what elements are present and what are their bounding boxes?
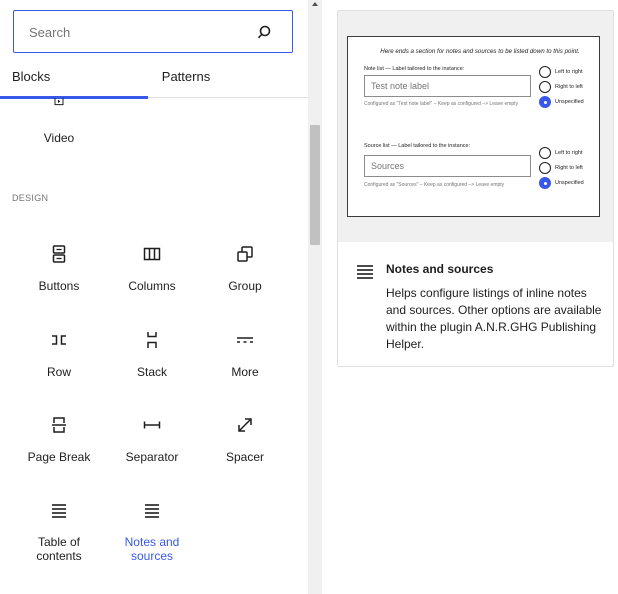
radio-dot	[539, 66, 551, 78]
block-table-of-contents[interactable]: Table of contents	[19, 498, 99, 563]
tab-blocks[interactable]: Blocks	[0, 60, 148, 99]
note-label-hint: Configured as "Test note label" – Keep a…	[364, 101, 519, 107]
block-page-break[interactable]: Page Break	[19, 413, 99, 464]
preview-block-title: Notes and sources	[386, 262, 494, 276]
block-preview-panel: Here ends a section for notes and source…	[337, 10, 614, 367]
list-icon	[52, 504, 66, 518]
tab-patterns[interactable]: Patterns	[148, 60, 224, 98]
radio-label: Right to left	[555, 84, 583, 90]
scrollbar-thumb[interactable]	[310, 125, 320, 245]
block-more[interactable]: More	[205, 328, 285, 379]
category-heading: DESIGN	[12, 193, 49, 203]
block-inserter-panel: Search Blocks Patterns Video DESIGN Butt…	[0, 0, 308, 594]
radio-label: Left to right	[555, 69, 583, 75]
source-label-field: Sources	[364, 155, 531, 177]
radio-dot	[539, 81, 551, 93]
preview-block-description: Helps configure listings of inline notes…	[386, 286, 602, 351]
block-label: Columns	[128, 279, 176, 293]
block-columns[interactable]: Columns	[112, 242, 192, 293]
group-icon	[237, 246, 253, 262]
block-label: Stack	[136, 365, 167, 379]
separator-icon	[143, 421, 161, 429]
preview-intro-text: Here ends a section for notes and source…	[380, 48, 580, 55]
list-icon	[357, 265, 373, 279]
block-label-line: contents	[36, 549, 82, 563]
block-label: Group	[228, 279, 262, 293]
radio-dot	[539, 147, 551, 159]
radio-dot-selected	[539, 96, 551, 108]
block-separator[interactable]: Separator	[112, 413, 192, 464]
stack-icon	[147, 332, 157, 348]
scrollbar[interactable]	[308, 0, 322, 594]
block-label-line: sources	[130, 549, 174, 563]
buttons-icon	[52, 245, 66, 263]
search-icon[interactable]	[256, 24, 272, 40]
radio-dot-selected	[539, 177, 551, 189]
row-icon	[52, 335, 66, 345]
block-stack[interactable]: Stack	[112, 328, 192, 379]
block-label-line: Notes and	[124, 535, 180, 549]
scroll-up-arrow-icon[interactable]	[311, 0, 319, 8]
block-spacer[interactable]: Spacer	[205, 413, 285, 464]
block-label: Buttons	[38, 279, 80, 293]
block-label: Video	[43, 131, 75, 145]
search-placeholder: Search	[29, 25, 71, 40]
source-list-label: Source list — Label tailored to the inst…	[364, 143, 471, 149]
block-label: Separator	[125, 450, 179, 464]
columns-icon	[143, 247, 161, 261]
note-label-field: Test note label	[364, 75, 531, 97]
spacer-icon	[238, 418, 252, 432]
preview-canvas: Here ends a section for notes and source…	[338, 11, 613, 242]
block-row[interactable]: Row	[19, 328, 99, 379]
block-label: Row	[46, 365, 71, 379]
notes-and-sources-preview: Here ends a section for notes and source…	[347, 36, 600, 217]
block-buttons[interactable]: Buttons	[19, 242, 99, 293]
inserter-tabs: Blocks Patterns	[0, 60, 308, 99]
page-break-icon	[52, 417, 66, 433]
block-label: Notes and sources	[112, 535, 192, 563]
search-input[interactable]: Search	[13, 10, 293, 53]
radio-dot	[539, 162, 551, 174]
more-icon	[237, 337, 253, 343]
block-label: More	[231, 365, 259, 379]
block-label: Page Break	[27, 450, 91, 464]
block-label-line: Table of	[37, 535, 81, 549]
block-notes-and-sources[interactable]: Notes and sources	[112, 498, 192, 563]
block-group[interactable]: Group	[205, 242, 285, 293]
radio-label: Left to right	[555, 150, 583, 156]
radio-label: Right to left	[555, 165, 583, 171]
video-icon	[54, 98, 64, 106]
block-video[interactable]: Video	[19, 98, 99, 145]
list-icon	[145, 504, 159, 518]
block-label: Spacer	[225, 450, 265, 464]
radio-label: Unspecified	[555, 99, 584, 105]
source-label-hint: Configured as "Sources" – Keep as config…	[364, 182, 505, 188]
block-label: Table of contents	[19, 535, 99, 563]
radio-label: Unspecified	[555, 180, 584, 186]
note-list-label: Note list — Label tailored to the instan…	[364, 66, 465, 72]
